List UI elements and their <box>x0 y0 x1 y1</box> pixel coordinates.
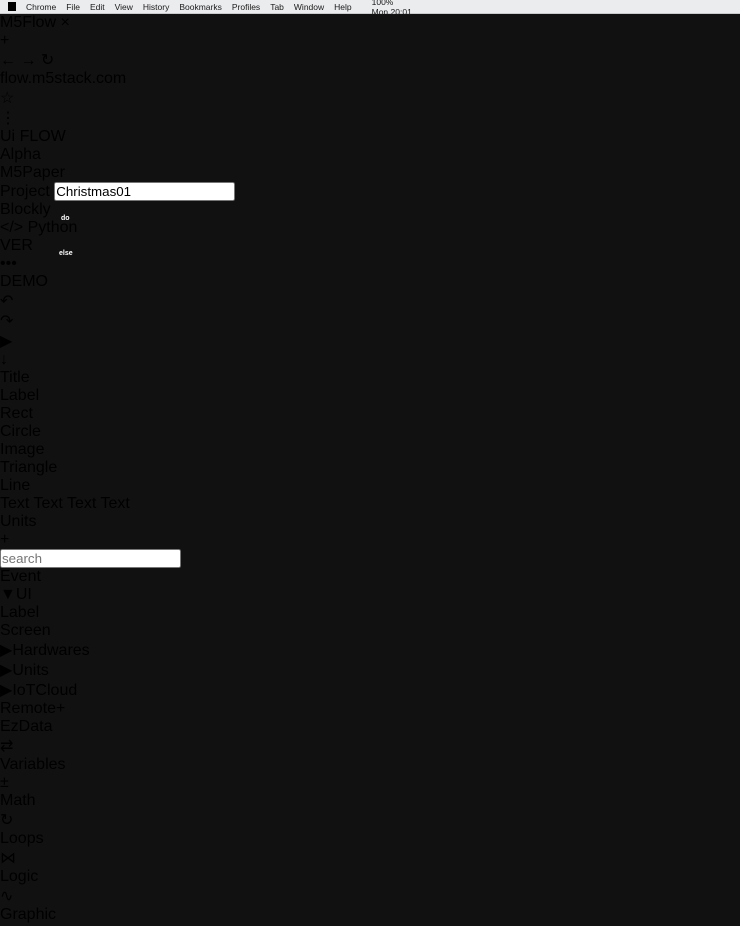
math-icon: ± <box>0 774 740 792</box>
toolbox-item-loops[interactable]: ↻Loops <box>0 810 740 848</box>
tab-blockly[interactable]: Blockly <box>0 201 740 219</box>
device-label0[interactable]: Text <box>0 495 29 512</box>
device-label3[interactable]: Text <box>101 495 130 512</box>
chevron-right-icon: ▶ <box>0 642 12 659</box>
toolbox-item-units[interactable]: ▶Units <box>0 660 740 680</box>
menu-item-edit[interactable]: Edit <box>90 2 105 12</box>
redo-icon[interactable]: ↷ <box>0 311 740 331</box>
toolbox-item-event[interactable]: Event <box>0 568 740 586</box>
chrome-toolbar: ← → ↻ flow.m5stack.com ☆ ⋮ <box>0 50 740 128</box>
menubar-clock[interactable]: Mon 20:01 <box>372 7 412 17</box>
code-icon: </> <box>0 219 23 236</box>
toolbox-item-graphic[interactable]: ∿Graphic <box>0 886 740 924</box>
toolbox-item-math[interactable]: ±Math <box>0 774 740 810</box>
tab-python[interactable]: </> Python <box>0 219 740 237</box>
toolbox-item-ezdata[interactable]: EzData <box>0 718 740 736</box>
blockly-toolbox: Event ▼UI Label Screen ▶Hardwares ▶Units… <box>0 549 740 926</box>
logic-icon: ⋈ <box>0 848 740 868</box>
timer-icon: ◷ <box>0 924 740 926</box>
loops-icon: ↻ <box>0 810 740 830</box>
demo-badge-icon[interactable]: DEMO <box>0 273 48 290</box>
if-do-label: do <box>61 215 70 222</box>
macos-menubar: Chrome File Edit View History Bookmarks … <box>0 0 740 14</box>
menu-item-history[interactable]: History <box>143 2 169 12</box>
toolbox-item-hardwares[interactable]: ▶Hardwares <box>0 640 740 660</box>
address-bar[interactable]: flow.m5stack.com <box>0 70 740 88</box>
menu-item-window[interactable]: Window <box>294 2 324 12</box>
m5paper-device[interactable]: Text Text Text Text <box>0 495 740 513</box>
chevron-right-icon: ▶ <box>0 682 12 699</box>
device-label2[interactable]: Text <box>67 495 96 512</box>
new-tab-button[interactable]: + <box>0 32 9 49</box>
menu-item-help[interactable]: Help <box>334 2 351 12</box>
uiflow-logo[interactable]: Ui FLOW <box>0 128 740 146</box>
reload-button[interactable]: ↻ <box>41 52 54 69</box>
project-label: Project <box>0 183 50 200</box>
menu-item-bookmarks[interactable]: Bookmarks <box>179 2 222 12</box>
menu-item-profiles[interactable]: Profiles <box>232 2 260 12</box>
palette-item-circle[interactable]: Circle <box>0 423 740 441</box>
url-text: flow.m5stack.com <box>0 70 126 87</box>
undo-icon[interactable]: ↶ <box>0 291 740 311</box>
palette-item-line[interactable]: Line <box>0 477 740 495</box>
close-tab-icon[interactable]: × <box>60 14 69 31</box>
uiflow-header: Ui FLOW Alpha M5Paper Project Blockly </… <box>0 128 740 369</box>
toolbox-item-logic[interactable]: ⋈Logic <box>0 848 740 886</box>
version-device-label: Alpha M5Paper <box>0 146 740 182</box>
back-button[interactable]: ← <box>0 52 16 69</box>
palette-item-triangle[interactable]: Triangle <box>0 459 740 477</box>
chevron-down-icon: ▼ <box>0 586 16 603</box>
toolbox-item-label[interactable]: Label <box>0 604 740 622</box>
download-icon[interactable]: ↓ <box>0 351 740 369</box>
toolbox-item-iotcloud[interactable]: ▶IoTCloud <box>0 680 740 700</box>
version-badge-icon[interactable]: VER <box>0 237 33 254</box>
toolbox-item-ui[interactable]: ▼UI <box>0 586 740 604</box>
menu-item-view[interactable]: View <box>115 2 133 12</box>
palette-item-title[interactable]: Title <box>0 369 740 387</box>
browser-tab[interactable]: M5Flow × <box>0 14 740 32</box>
chevron-right-icon: ▶ <box>0 662 12 679</box>
search-input[interactable] <box>0 549 181 568</box>
device-label1[interactable]: Text <box>34 495 63 512</box>
units-section-chip: Units <box>0 513 740 531</box>
menu-item-tab[interactable]: Tab <box>270 2 284 12</box>
forward-button[interactable]: → <box>20 52 36 69</box>
palette-item-image[interactable]: Image <box>0 441 740 459</box>
toolbox-item-variables[interactable]: ⇄Variables <box>0 736 740 774</box>
toolbox-item-timer[interactable]: ◷Timer <box>0 924 740 926</box>
palette-item-rect[interactable]: Rect <box>0 405 740 423</box>
tab-title: M5Flow <box>0 14 56 31</box>
toolbox-search[interactable] <box>0 549 740 568</box>
console-icon[interactable]: ••• <box>0 255 740 273</box>
menu-item-file[interactable]: File <box>66 2 80 12</box>
graphic-icon: ∿ <box>0 886 740 906</box>
device-preview-panel: Text Text Text Text Units + <box>0 495 740 549</box>
toolbox-item-screen[interactable]: Screen <box>0 622 740 640</box>
logo-text: Ui <box>0 128 15 145</box>
palette-item-label[interactable]: Label <box>0 387 740 405</box>
variables-icon: ⇄ <box>0 736 740 756</box>
bookmark-star-icon[interactable]: ☆ <box>0 90 14 107</box>
project-name-input[interactable] <box>54 182 235 201</box>
mode-toggle: Blockly </> Python <box>0 201 740 237</box>
apple-menu-icon[interactable] <box>8 2 16 11</box>
run-icon[interactable]: ▶ <box>0 331 740 351</box>
menu-item-chrome[interactable]: Chrome <box>26 2 56 12</box>
if-else-label: else <box>59 250 73 257</box>
add-unit-button[interactable]: + <box>0 531 740 549</box>
chrome-menu-icon[interactable]: ⋮ <box>0 110 16 127</box>
ui-shape-palette: Title Label Rect Circle Image Triangle L… <box>0 369 740 495</box>
toolbox-item-remote[interactable]: Remote+ <box>0 700 740 718</box>
device-screen[interactable]: Text Text Text Text <box>0 495 740 513</box>
chrome-tab-strip: M5Flow × + <box>0 14 740 50</box>
